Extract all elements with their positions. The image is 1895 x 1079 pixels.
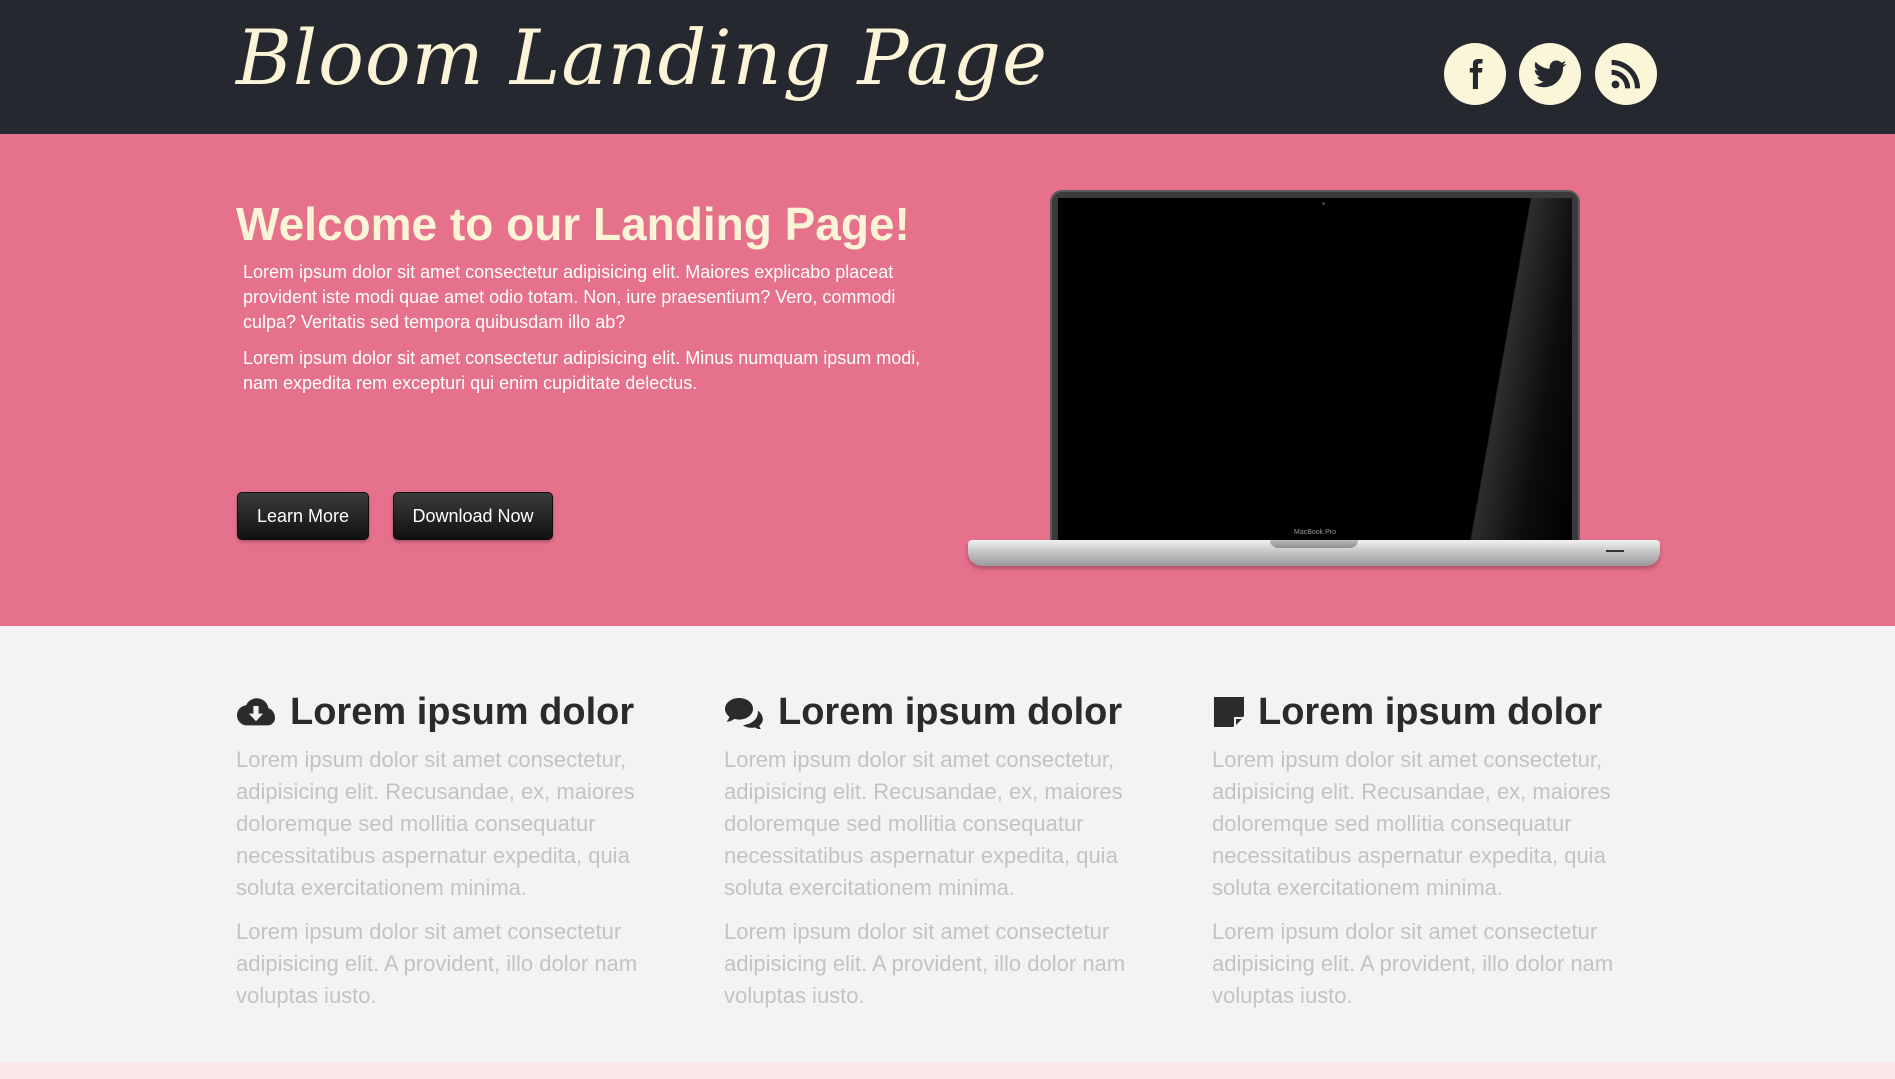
feature-title: Lorem ipsum dolor [290,690,635,733]
feature-paragraph: Lorem ipsum dolor sit amet consectetur, … [1212,747,1611,900]
sticky-note-icon [1212,694,1246,730]
laptop-image: MacBook Pro [968,190,1660,566]
feature-paragraph: Lorem ipsum dolor sit amet consectetur, … [724,747,1123,900]
learn-more-button[interactable]: Learn More [237,492,369,540]
hero-title: Welcome to our Landing Page! [236,198,910,250]
laptop-base [968,540,1660,566]
hero-paragraph-1: Lorem ipsum dolor sit amet consectetur a… [243,262,896,332]
laptop-notch [1270,540,1358,548]
laptop-indicator [1606,550,1624,552]
feature-paragraph: Lorem ipsum dolor sit amet consectetur, … [236,747,635,900]
feature-card: Lorem ipsum dolor Lorem ipsum dolor sit … [724,686,1164,1012]
twitter-link[interactable] [1519,43,1581,105]
site-header: Bloom Landing Page [0,0,1895,134]
features-section: Lorem ipsum dolor Lorem ipsum dolor sit … [0,626,1895,1062]
facebook-link[interactable] [1444,43,1506,105]
feature-title: Lorem ipsum dolor [1258,690,1603,733]
feature-paragraph: Lorem ipsum dolor sit amet consectetur a… [236,919,638,1008]
site-logo[interactable]: Bloom Landing Page [236,20,1048,96]
laptop-screen: MacBook Pro [1058,198,1572,540]
laptop-model-text: MacBook Pro [1293,529,1337,536]
laptop-lid: MacBook Pro [1050,190,1580,542]
comments-icon [724,694,764,730]
feature-card: Lorem ipsum dolor Lorem ipsum dolor sit … [236,686,676,1012]
hero-paragraph-2: Lorem ipsum dolor sit amet consectetur a… [243,348,921,393]
screen-glare [1462,198,1572,540]
feature-header: Lorem ipsum dolor [724,686,1164,738]
feature-paragraph: Lorem ipsum dolor sit amet consectetur a… [724,919,1126,1008]
feature-header: Lorem ipsum dolor [236,686,676,738]
download-now-button[interactable]: Download Now [393,492,553,540]
feature-card: Lorem ipsum dolor Lorem ipsum dolor sit … [1212,686,1652,1012]
cloud-download-icon [236,694,276,730]
feature-header: Lorem ipsum dolor [1212,686,1652,738]
facebook-icon [1469,59,1483,89]
hero-section: Welcome to our Landing Page! Lorem ipsum… [0,134,1895,626]
footer-strip [0,1062,1895,1079]
rss-icon [1611,59,1641,89]
feature-paragraph: Lorem ipsum dolor sit amet consectetur a… [1212,919,1614,1008]
feature-title: Lorem ipsum dolor [778,690,1123,733]
twitter-icon [1533,60,1567,88]
rss-link[interactable] [1595,43,1657,105]
camera-dot [1322,202,1325,205]
